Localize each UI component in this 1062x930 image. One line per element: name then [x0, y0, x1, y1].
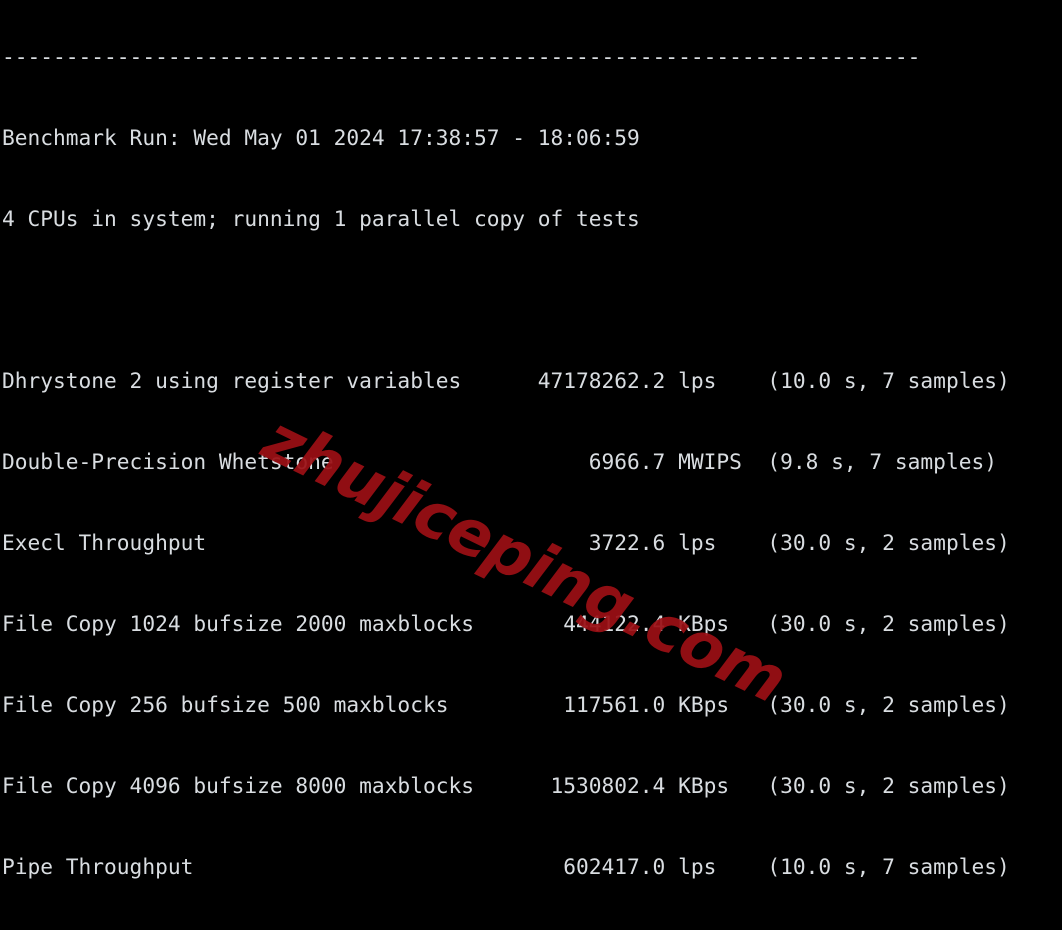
- raw-result-line: Pipe Throughput 602417.0 lps (10.0 s, 7 …: [2, 854, 1010, 879]
- raw-result-line: Double-Precision Whetstone 6966.7 MWIPS …: [2, 449, 997, 474]
- raw-result-line: File Copy 256 bufsize 500 maxblocks 1175…: [2, 692, 1010, 717]
- raw-result-line: Dhrystone 2 using register variables 471…: [2, 368, 1010, 393]
- raw-result-line: File Copy 4096 bufsize 8000 maxblocks 15…: [2, 773, 1010, 798]
- separator-rule-top: ----------------------------------------…: [2, 44, 921, 69]
- cpu-info-line: 4 CPUs in system; running 1 parallel cop…: [2, 206, 640, 231]
- raw-result-line: File Copy 1024 bufsize 2000 maxblocks 44…: [2, 611, 1010, 636]
- terminal-output: ----------------------------------------…: [0, 0, 1062, 930]
- terminal-text-body: ----------------------------------------…: [2, 0, 1010, 930]
- benchmark-run-header: Benchmark Run: Wed May 01 2024 17:38:57 …: [2, 125, 640, 150]
- raw-result-line: Execl Throughput 3722.6 lps (30.0 s, 2 s…: [2, 530, 1010, 555]
